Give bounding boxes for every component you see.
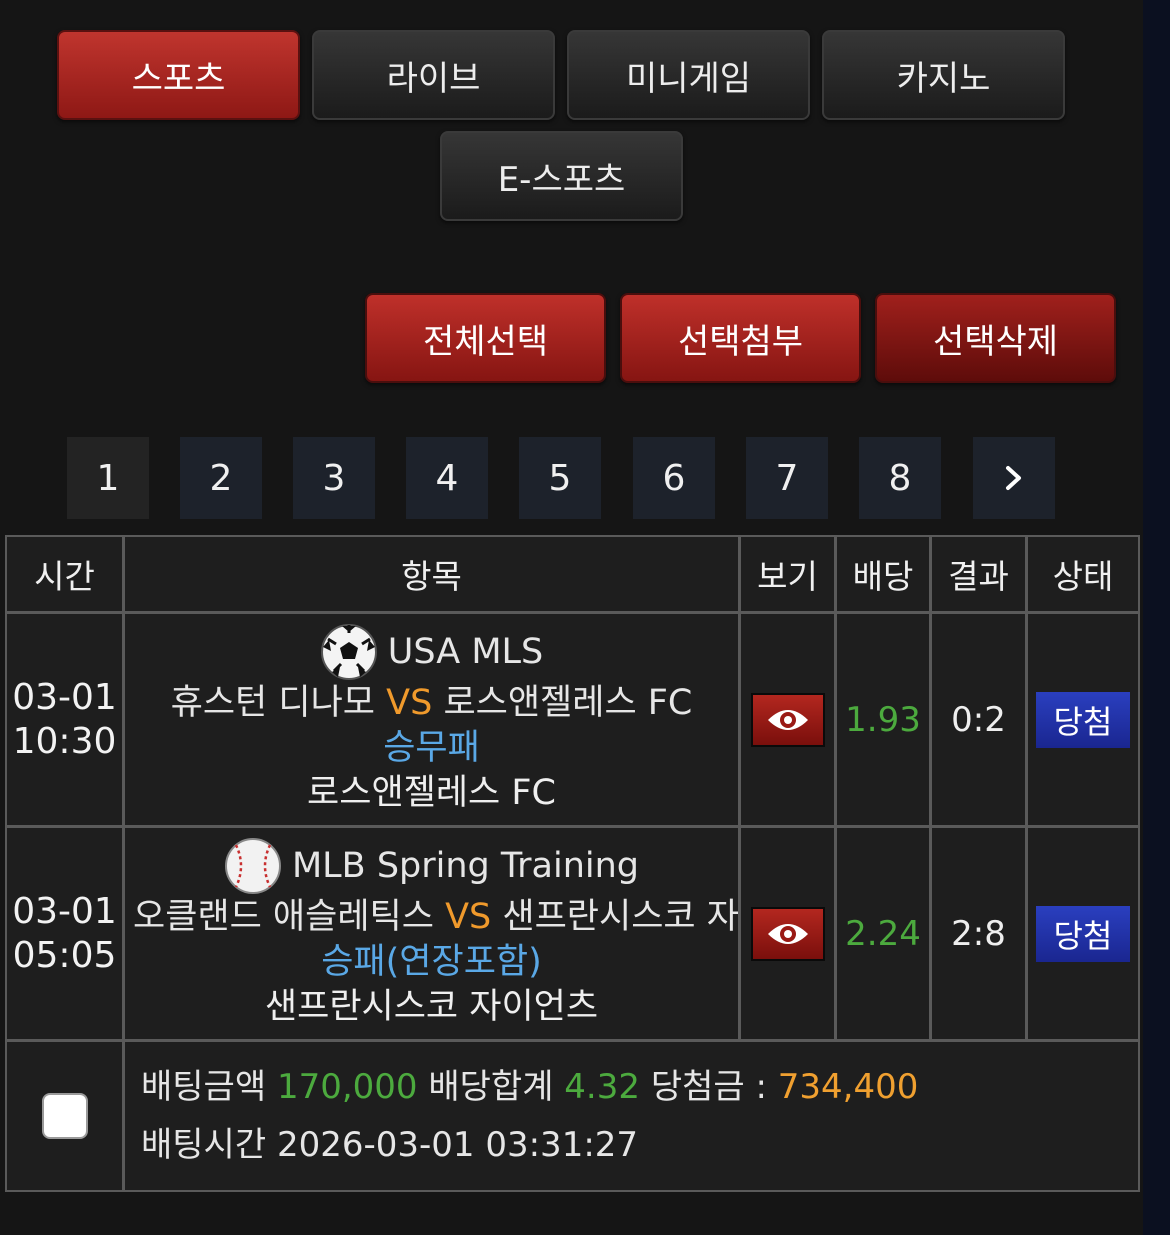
league-name: USA MLS bbox=[387, 631, 544, 672]
page-2[interactable]: 2 bbox=[180, 437, 262, 519]
tab-sports[interactable]: 스포츠 bbox=[57, 30, 300, 120]
table-row-view bbox=[741, 828, 834, 1039]
next-page-button[interactable] bbox=[973, 437, 1055, 519]
baseball-icon bbox=[224, 838, 281, 894]
page-3[interactable]: 3 bbox=[293, 437, 375, 519]
bet-history-table: 시간 항목 보기 배당 결과 상태 03-01 10:30 USA MLS 휴스… bbox=[5, 535, 1140, 1192]
header-item: 항목 bbox=[125, 537, 738, 611]
header-time: 시간 bbox=[7, 537, 122, 611]
row-odds: 2.24 bbox=[837, 828, 929, 1039]
bet-pick: 로스앤젤레스 FC bbox=[307, 773, 556, 813]
table-row-item: MLB Spring Training 오클랜드 애슬레틱스 VS 샌프란시스코… bbox=[125, 828, 738, 1039]
view-button[interactable] bbox=[750, 692, 825, 747]
summary-line-2: 배팅시간 2026-03-01 03:31:27 bbox=[141, 1116, 638, 1174]
away-team: 로스앤젤레스 FC bbox=[443, 683, 693, 723]
table-row-status: 당첨 bbox=[1028, 614, 1138, 825]
delete-selected-button[interactable]: 선택삭제 bbox=[875, 293, 1116, 383]
soccer-ball-icon bbox=[320, 624, 377, 680]
row-time: 10:30 bbox=[12, 720, 117, 762]
vs-label: VS bbox=[445, 897, 492, 937]
header-status: 상태 bbox=[1028, 537, 1138, 611]
row-result: 0:2 bbox=[932, 614, 1025, 825]
vs-label: VS bbox=[386, 683, 433, 723]
away-team: 샌프란시스코 자이언츠 bbox=[502, 897, 738, 937]
tab-live[interactable]: 라이브 bbox=[312, 30, 555, 120]
table-row-status: 당첨 bbox=[1028, 828, 1138, 1039]
page-4[interactable]: 4 bbox=[406, 437, 488, 519]
select-checkbox[interactable] bbox=[41, 1093, 88, 1139]
bet-pick: 샌프란시스코 자이언츠 bbox=[264, 987, 599, 1027]
page-8[interactable]: 8 bbox=[859, 437, 941, 519]
bet-type: 승무패 bbox=[383, 728, 480, 768]
header-result: 결과 bbox=[932, 537, 1025, 611]
select-all-button[interactable]: 전체선택 bbox=[365, 293, 606, 383]
table-row-item: USA MLS 휴스턴 디나모 VS 로스앤젤레스 FC 승무패 로스앤젤레스 … bbox=[125, 614, 738, 825]
page-5[interactable]: 5 bbox=[519, 437, 601, 519]
league-line: USA MLS bbox=[320, 623, 543, 681]
tab-minigame[interactable]: 미니게임 bbox=[567, 30, 810, 120]
summary-line-1: 배팅금액 170,000 배당합계 4.32 당첨금 : 734,400 bbox=[141, 1058, 918, 1116]
table-row-time: 03-01 05:05 bbox=[7, 828, 122, 1039]
tab-casino[interactable]: 카지노 bbox=[822, 30, 1065, 120]
header-view: 보기 bbox=[741, 537, 834, 611]
page-7[interactable]: 7 bbox=[746, 437, 828, 519]
status-badge: 당첨 bbox=[1036, 691, 1130, 748]
row-odds: 1.93 bbox=[837, 614, 929, 825]
table-row-time: 03-01 10:30 bbox=[7, 614, 122, 825]
page-6[interactable]: 6 bbox=[633, 437, 715, 519]
bet-summary: 배팅금액 170,000 배당합계 4.32 당첨금 : 734,400 배팅시… bbox=[125, 1042, 1138, 1190]
row-time: 05:05 bbox=[12, 934, 117, 976]
league-name: MLB Spring Training bbox=[291, 845, 639, 886]
bet-amount: 170,000 bbox=[276, 1067, 418, 1107]
bet-amount-label: 배팅금액 bbox=[141, 1067, 267, 1107]
row-date: 03-01 bbox=[12, 890, 117, 932]
odds-total-label: 배당합계 bbox=[428, 1067, 554, 1107]
win-label: 당첨금 : bbox=[650, 1067, 767, 1107]
bet-time: 2026-03-01 03:31:27 bbox=[276, 1125, 639, 1165]
matchup: 휴스턴 디나모 VS 로스앤젤레스 FC bbox=[171, 681, 693, 726]
select-cell bbox=[7, 1042, 122, 1190]
header-odds: 배당 bbox=[837, 537, 929, 611]
row-result: 2:8 bbox=[932, 828, 1025, 1039]
attach-selected-button[interactable]: 선택첨부 bbox=[620, 293, 861, 383]
matchup: 오클랜드 애슬레틱스 VS 샌프란시스코 자이언츠 bbox=[125, 895, 738, 940]
win-amount: 734,400 bbox=[777, 1067, 919, 1107]
status-badge: 당첨 bbox=[1036, 905, 1130, 962]
home-team: 오클랜드 애슬레틱스 bbox=[133, 897, 434, 937]
table-row-view bbox=[741, 614, 834, 825]
bet-time-label: 배팅시간 bbox=[141, 1125, 267, 1165]
page-1[interactable]: 1 bbox=[67, 437, 149, 519]
eye-icon bbox=[767, 923, 808, 944]
eye-icon bbox=[767, 709, 808, 730]
league-line: MLB Spring Training bbox=[224, 837, 639, 895]
home-team: 휴스턴 디나모 bbox=[170, 683, 375, 723]
view-button[interactable] bbox=[750, 906, 825, 961]
row-date: 03-01 bbox=[12, 676, 117, 718]
odds-total: 4.32 bbox=[564, 1067, 640, 1107]
chevron-right-icon bbox=[1006, 466, 1021, 490]
bet-type: 승패(연장포함) bbox=[321, 942, 542, 982]
tab-esports[interactable]: E-스포츠 bbox=[440, 131, 683, 221]
side-strip bbox=[1143, 0, 1170, 1235]
